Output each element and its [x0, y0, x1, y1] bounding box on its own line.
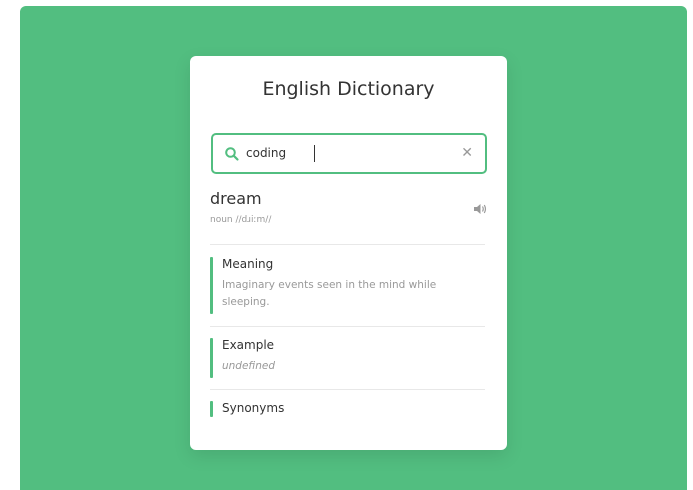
- accent-bar: [210, 401, 213, 417]
- result-word: dream: [210, 189, 262, 208]
- divider: [210, 244, 485, 245]
- example-text: undefined: [222, 360, 275, 372]
- meaning-label: Meaning: [222, 257, 274, 271]
- synonyms-label: Synonyms: [222, 401, 285, 415]
- search-input[interactable]: [246, 142, 446, 164]
- volume-icon[interactable]: [473, 203, 487, 215]
- dictionary-card: English Dictionary ✕ dream noun //dɹiːm/…: [190, 56, 507, 450]
- close-icon[interactable]: ✕: [461, 145, 473, 161]
- search-icon: [225, 147, 239, 161]
- accent-bar: [210, 338, 213, 378]
- synonyms-section: Synonyms: [210, 401, 485, 417]
- app-background: English Dictionary ✕ dream noun //dɹiːm/…: [20, 6, 687, 490]
- example-label: Example: [222, 338, 275, 352]
- accent-bar: [210, 257, 213, 314]
- result-phonetic: noun //dɹiːm//: [210, 215, 272, 225]
- divider: [210, 389, 485, 390]
- divider: [210, 326, 485, 327]
- meaning-text: Imaginary events seen in the mind while …: [222, 279, 437, 308]
- search-box[interactable]: ✕: [211, 133, 487, 174]
- page-title: English Dictionary: [262, 78, 435, 100]
- example-section: Example undefined: [210, 338, 485, 378]
- meaning-section: Meaning Imaginary events seen in the min…: [210, 257, 485, 314]
- text-cursor: [314, 145, 315, 162]
